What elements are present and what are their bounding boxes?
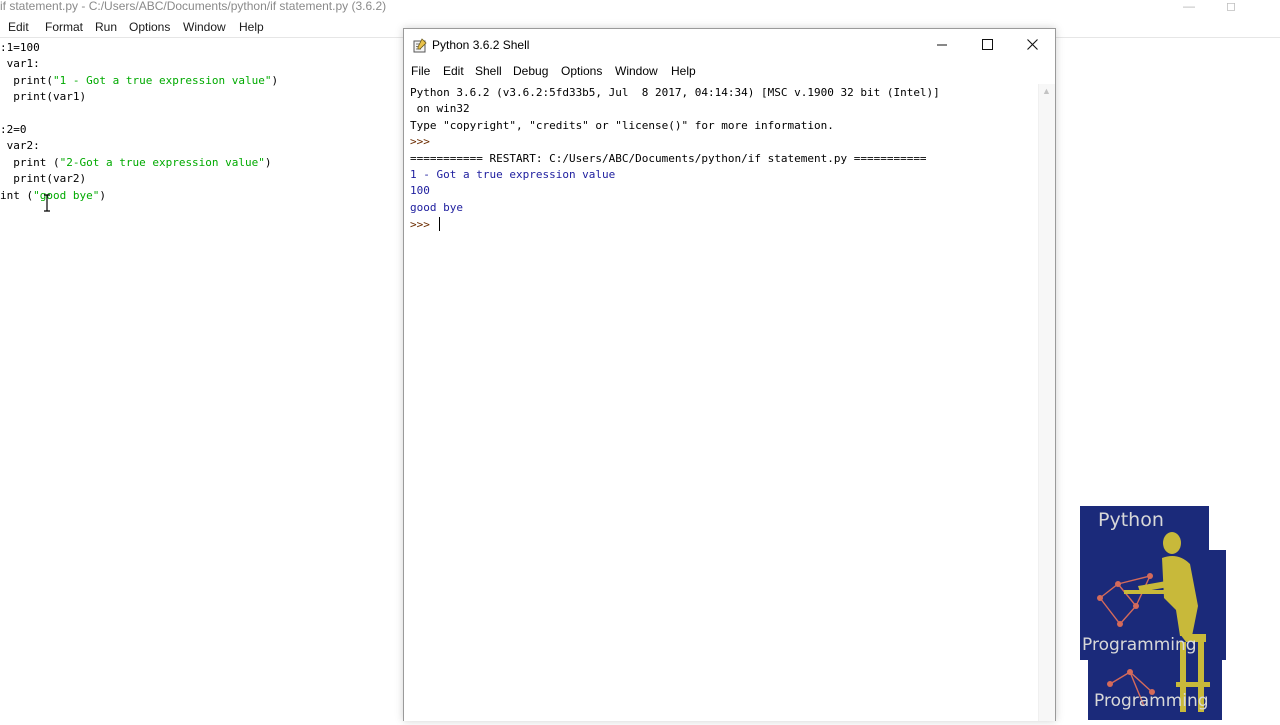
shell-window-title: Python 3.6.2 Shell — [432, 38, 530, 52]
logo-word-programming-repeat: Programming — [1094, 691, 1209, 711]
logo-word-programming: Programming — [1082, 635, 1197, 655]
ibeam-cursor-icon — [44, 194, 50, 212]
maximize-button[interactable] — [964, 29, 1010, 61]
code-line: :2=0 — [0, 123, 27, 136]
code-line: print(var1) — [0, 90, 87, 103]
logo-word-python: Python — [1098, 509, 1164, 531]
shell-titlebar[interactable]: Python 3.6.2 Shell — [404, 29, 1055, 61]
code-line: print("1 - Got a true expression value") — [0, 74, 279, 87]
shell-line: good bye — [410, 201, 463, 214]
vertical-scrollbar[interactable]: ▲ — [1038, 84, 1055, 721]
shell-menu-shell[interactable]: Shell — [475, 64, 502, 78]
shell-menubar: File Edit Shell Debug Options Window Hel… — [404, 61, 1055, 83]
shell-active-prompt[interactable]: >>> — [410, 217, 440, 232]
shell-line: Python 3.6.2 (v3.6.2:5fd33b5, Jul 8 2017… — [410, 86, 940, 99]
code-line: print(var2) — [0, 172, 87, 185]
shell-line: 1 - Got a true expression value — [410, 168, 616, 181]
idle-app-icon — [413, 38, 427, 53]
python-shell-window[interactable]: Python 3.6.2 Shell File Edit Shell Debug… — [403, 28, 1056, 721]
shell-menu-options[interactable]: Options — [561, 64, 602, 78]
code-line: int ("good bye") — [0, 189, 106, 202]
editor-menu-options[interactable]: Options — [129, 20, 170, 34]
shell-menu-file[interactable]: File — [411, 64, 430, 78]
logo-artwork-icon — [1080, 506, 1226, 720]
close-icon — [1026, 39, 1038, 50]
editor-menu-edit[interactable]: Edit — [8, 20, 29, 34]
minimize-icon — [937, 44, 947, 46]
shell-output-area[interactable]: Python 3.6.2 (v3.6.2:5fd33b5, Jul 8 2017… — [404, 84, 1038, 721]
python-programming-logo: Python Programming Programming — [1080, 506, 1226, 720]
shell-line: Type "copyright", "credits" or "license(… — [410, 119, 834, 132]
code-line: var2: — [0, 139, 40, 152]
shell-menu-edit[interactable]: Edit — [443, 64, 464, 78]
shell-line: =========== RESTART: C:/Users/ABC/Docume… — [410, 152, 927, 165]
scroll-up-icon[interactable]: ▲ — [1042, 86, 1051, 96]
editor-menu-run[interactable]: Run — [95, 20, 117, 34]
editor-window-title: if statement.py - C:/Users/ABC/Documents… — [0, 0, 387, 13]
minimize-icon[interactable]: — — [1183, 0, 1195, 13]
editor-menu-help[interactable]: Help — [239, 20, 264, 34]
code-line: :1=100 — [0, 41, 40, 54]
shell-line: 100 — [410, 184, 430, 197]
maximize-icon — [981, 39, 993, 50]
shell-menu-help[interactable]: Help — [671, 64, 696, 78]
code-line: var1: — [0, 57, 40, 70]
editor-titlebar: if statement.py - C:/Users/ABC/Documents… — [0, 0, 1280, 17]
editor-menu-format[interactable]: Format — [45, 20, 83, 34]
shell-menu-debug[interactable]: Debug — [513, 64, 548, 78]
shell-line: on win32 — [410, 102, 470, 115]
maximize-icon[interactable]: ◻ — [1226, 0, 1236, 13]
editor-menu-window[interactable]: Window — [183, 20, 226, 34]
close-button[interactable] — [1009, 29, 1055, 61]
text-caret — [438, 217, 440, 231]
shell-prompt: >>> — [410, 135, 437, 148]
minimize-button[interactable] — [919, 29, 965, 61]
code-line: print ("2-Got a true expression value") — [0, 156, 272, 169]
editor-code-area[interactable]: :1=100 var1: print("1 - Got a true expre… — [0, 41, 400, 241]
shell-menu-window[interactable]: Window — [615, 64, 658, 78]
